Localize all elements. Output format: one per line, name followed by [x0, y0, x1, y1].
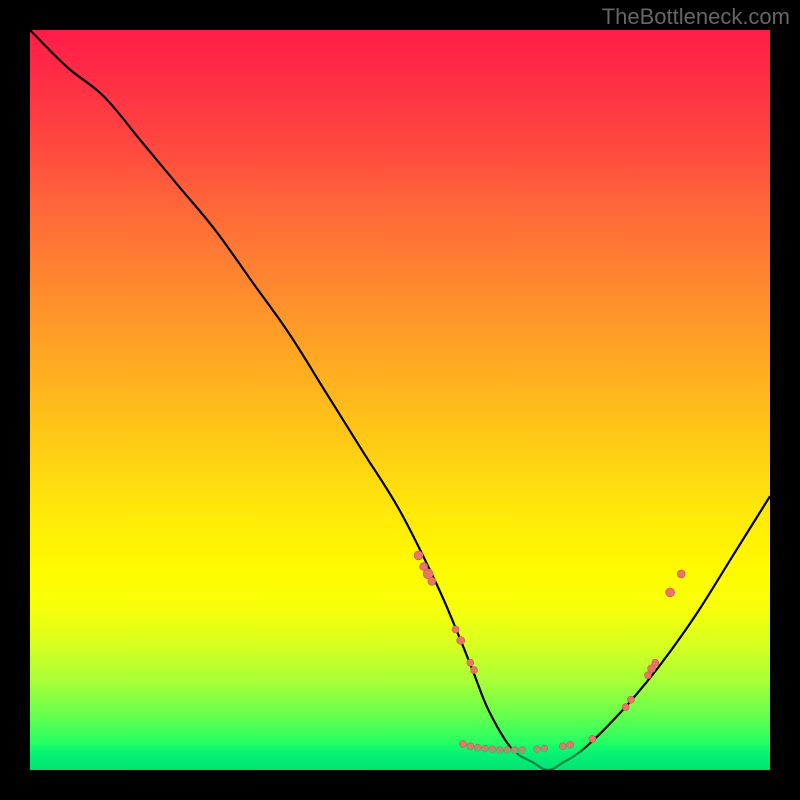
- data-marker: [482, 745, 489, 752]
- data-marker: [489, 746, 496, 753]
- bottleneck-curve: [30, 30, 770, 770]
- data-marker: [559, 743, 566, 750]
- data-markers-group: [414, 551, 685, 754]
- data-marker: [666, 588, 675, 597]
- chart-svg: [30, 30, 770, 770]
- data-marker: [467, 743, 474, 750]
- data-marker: [414, 551, 423, 560]
- data-marker: [474, 744, 481, 751]
- data-marker: [644, 672, 651, 679]
- data-marker: [496, 747, 503, 754]
- watermark-text: TheBottleneck.com: [602, 4, 790, 30]
- data-marker: [459, 741, 466, 748]
- data-marker: [567, 741, 574, 748]
- data-marker: [471, 667, 478, 674]
- data-marker: [533, 746, 540, 753]
- data-marker: [652, 659, 659, 666]
- data-marker: [589, 735, 596, 742]
- data-marker: [622, 704, 629, 711]
- data-marker: [467, 659, 474, 666]
- chart-plot-area: [30, 30, 770, 770]
- data-marker: [627, 696, 634, 703]
- data-marker: [511, 747, 518, 754]
- data-marker: [504, 747, 511, 754]
- data-marker: [541, 745, 548, 752]
- data-marker: [428, 577, 436, 585]
- data-marker: [452, 626, 459, 633]
- data-marker: [677, 570, 685, 578]
- data-marker: [519, 747, 526, 754]
- data-marker: [457, 637, 465, 645]
